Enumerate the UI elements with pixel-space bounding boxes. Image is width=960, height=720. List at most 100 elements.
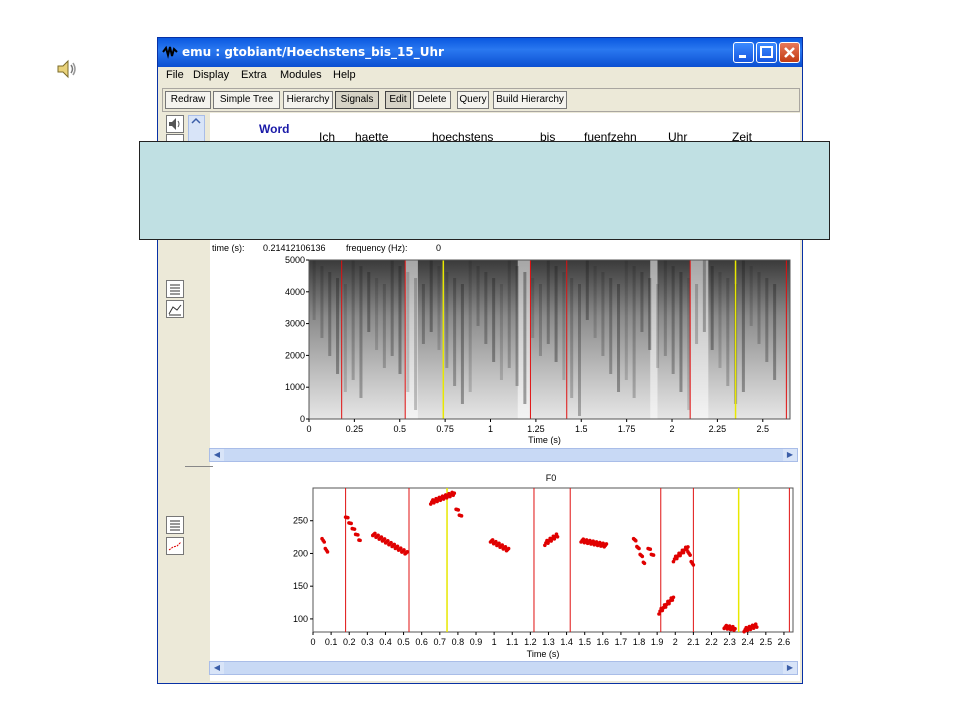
panel-divider[interactable] [185,466,213,471]
x-tick-label: 2.1 [687,637,700,647]
spectrogram-streak [367,272,371,332]
f0-settings-icon[interactable] [166,516,184,534]
f0-point [754,625,759,629]
f0-point [356,533,360,537]
spectrogram-streak [577,284,581,416]
time-label: time (s): [212,243,245,253]
build-hierarchy-button[interactable]: Build Hierarchy [493,91,567,109]
f0-point [389,540,393,545]
spectrogram-streak [328,272,332,356]
spectrogram-streak [593,266,597,338]
x-tick-label: 0 [310,637,315,647]
x-tick-label: 1.25 [527,424,545,434]
f0-scrollbar[interactable]: ◀ ▶ [209,661,798,675]
f0-point [346,515,350,520]
spectrogram-streak [359,266,363,398]
spectrogram-panel[interactable]: 5000 4000 3000 2000 1000 00 0.25 0.5 0.75 1 1.25 1.… [209,254,800,450]
x-tick-label: 2.2 [705,637,718,647]
spectrogram-streak [726,278,730,386]
spectrogram-streak [624,260,628,380]
f0-point [395,544,400,549]
simple-tree-button[interactable]: Simple Tree [213,91,280,109]
y-tick-label: 200 [293,548,308,558]
maximize-button[interactable] [756,42,777,63]
spectrogram-streak [414,278,418,410]
x-tick-label: 1.2 [524,637,537,647]
x-tick-label: 2 [673,637,678,647]
title-bar[interactable]: emu : gtobiant/Hoechstens_bis_15_Uhr [158,38,802,67]
menu-file[interactable]: File [166,69,184,81]
menu-display[interactable]: Display [193,69,229,81]
spectrogram-streak [546,260,550,344]
f0-point [648,547,653,551]
hierarchy-button[interactable]: Hierarchy [283,91,333,109]
y-tick-label: 100 [293,614,308,624]
close-button[interactable] [779,42,800,63]
spectrogram-streak [648,278,652,350]
f0-point [633,538,638,543]
query-button[interactable]: Query [457,91,489,109]
spectrogram-streak [507,260,511,368]
minimize-button[interactable] [733,42,754,63]
display-settings-icon[interactable] [166,280,184,298]
frequency-value: 0 [436,243,442,253]
spectrogram-streak [460,284,464,404]
spectrogram-streak [702,260,706,332]
y-tick-label: 5000 [285,255,305,265]
menu-modules[interactable]: Modules [280,69,322,81]
spectrogram-streak [421,284,425,344]
f0-point [398,546,403,550]
delete-button[interactable]: Delete [413,91,451,109]
f0-point [452,491,457,496]
spectrogram-streak [429,260,433,332]
spectrogram-streak [741,260,745,392]
f0-point [651,553,656,557]
spectrogram-streak [562,272,566,380]
spectrogram-streak [390,260,394,356]
f0-point [392,542,397,547]
app-icon [162,45,178,59]
x-tick-label: 1.5 [575,424,588,434]
f0-track-icon[interactable] [166,537,184,555]
close-icon [784,47,795,58]
x-tick-label: 2.4 [741,637,754,647]
f0-panel[interactable]: F0 250 200 150 100 0 0.1 0.2 0.3 0.4 0.5 0.6 0.7 0.8 0… [209,472,800,662]
spectrogram-streak [515,266,519,386]
spectrogram-streak [406,272,410,392]
x-tick-label: 2.3 [723,637,736,647]
speaker-icon[interactable] [55,57,79,81]
spectrogram-streak [671,266,675,374]
f0-point [402,548,406,552]
spectrogram-streak [656,284,660,368]
spectrogram-scrollbar[interactable]: ◀ ▶ [209,448,798,462]
y-tick-label: 250 [293,516,308,526]
spectrogram-icon[interactable] [166,300,184,318]
x-tick-label: 2.5 [757,424,770,434]
spectrogram-streak [710,266,714,350]
spectrogram-streak [437,266,441,350]
x-tick-label: 1.6 [597,637,610,647]
y-tick-label: 0 [300,414,305,424]
spectrogram-streak [312,260,316,320]
edit-button[interactable]: Edit [385,91,411,109]
spectrogram-streak [320,266,324,338]
x-tick-label: 1.9 [651,637,664,647]
signals-button[interactable]: Signals [335,91,379,109]
x-tick-label: 1.8 [633,637,646,647]
spectrogram-streak [640,272,644,332]
f0-point [640,554,645,559]
x-tick-label: 1.4 [560,637,573,647]
menu-extra[interactable]: Extra [241,69,267,81]
x-tick-label: 1 [488,424,493,434]
spectrogram-streak [632,266,636,398]
play-audio-icon[interactable] [166,115,184,133]
spectrogram-streak [484,272,488,344]
y-tick-label: 3000 [285,319,305,329]
x-tick-label: 0 [306,424,311,434]
f0-point [386,538,390,543]
f0-frame [312,487,794,633]
menu-help[interactable]: Help [333,69,356,81]
redraw-button[interactable]: Redraw [165,91,211,109]
spectrogram-streak [492,278,496,362]
x-axis-label: Time (s) [528,435,561,445]
